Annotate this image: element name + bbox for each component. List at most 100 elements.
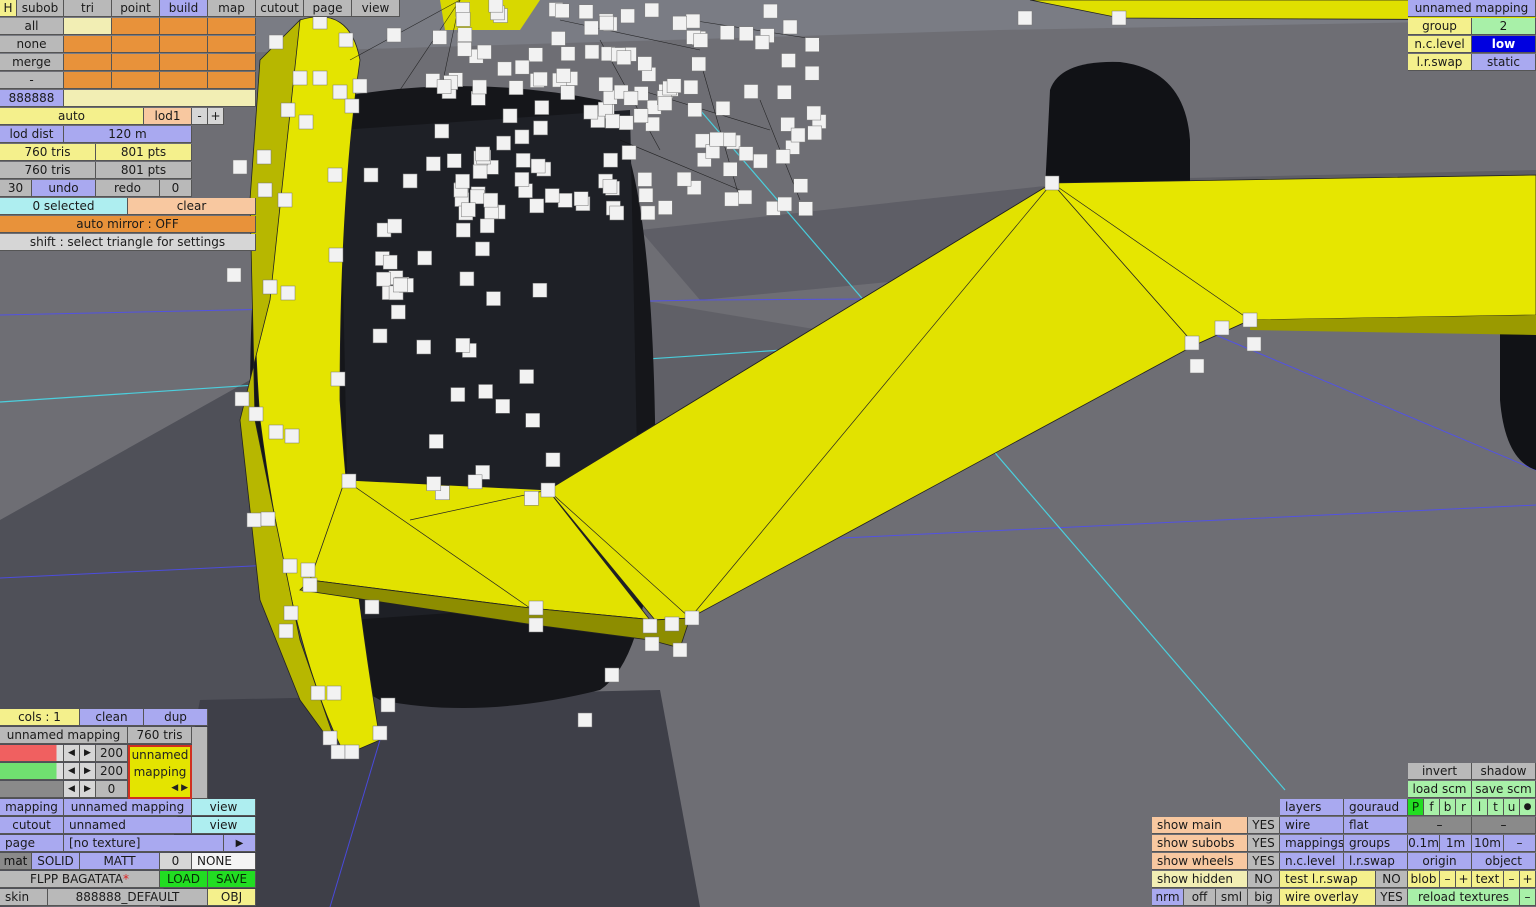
origin-button[interactable]: origin: [1408, 853, 1472, 870]
grid-minus-button[interactable]: –: [1504, 835, 1536, 852]
lod-minus-button[interactable]: -: [192, 108, 208, 125]
show-main-toggle[interactable]: YES: [1248, 817, 1280, 834]
color-swatch[interactable]: [208, 54, 256, 71]
grid-0-1m-button[interactable]: 0.1m: [1408, 835, 1440, 852]
tab-cutout[interactable]: cutout: [256, 0, 304, 17]
color-swatch[interactable]: [64, 54, 112, 71]
lod-dist-value[interactable]: 120 m: [64, 126, 192, 143]
color-swatch[interactable]: [112, 18, 160, 35]
tab-view[interactable]: view: [352, 0, 400, 17]
mat-number[interactable]: 0: [160, 853, 192, 870]
redo-button[interactable]: redo: [96, 180, 160, 197]
undo-button[interactable]: undo: [32, 180, 96, 197]
view-l-button[interactable]: l: [1472, 799, 1488, 816]
arrow-right-icon[interactable]: ▶: [80, 763, 96, 780]
view-r-button[interactable]: r: [1456, 799, 1472, 816]
gouraud-button[interactable]: gouraud: [1344, 799, 1408, 816]
clean-button[interactable]: clean: [80, 709, 144, 726]
groups-button[interactable]: groups: [1344, 835, 1408, 852]
mapping-preview[interactable]: unnamed mapping ◀ ▶: [128, 745, 192, 799]
page-arrow-icon[interactable]: ▶: [224, 835, 256, 852]
mapping-title[interactable]: unnamed mapping: [1408, 0, 1536, 17]
load-scm-button[interactable]: load scm: [1408, 781, 1472, 798]
arrow-right-icon[interactable]: ▶: [80, 745, 96, 762]
color-swatch[interactable]: [208, 18, 256, 35]
color-swatch[interactable]: [112, 36, 160, 53]
tab-build[interactable]: build: [160, 0, 208, 17]
invert-button[interactable]: invert: [1408, 763, 1472, 780]
cutout-value[interactable]: unnamed: [64, 817, 192, 834]
blob-button[interactable]: blob: [1408, 871, 1440, 888]
select-none-button[interactable]: none: [0, 36, 64, 53]
color-swatch[interactable]: [208, 72, 256, 89]
mapping-value[interactable]: unnamed mapping: [64, 799, 192, 816]
view-p-button[interactable]: P: [1408, 799, 1424, 816]
tab-subob[interactable]: subob: [17, 0, 64, 17]
matt-button[interactable]: MATT: [80, 853, 160, 870]
view-b-button[interactable]: b: [1440, 799, 1456, 816]
blob-minus-button[interactable]: –: [1440, 871, 1456, 888]
dup-button[interactable]: dup: [144, 709, 208, 726]
tab-tri[interactable]: tri: [64, 0, 112, 17]
mapping-view-button[interactable]: view: [192, 799, 256, 816]
page-value[interactable]: [no texture]: [64, 835, 224, 852]
color-swatch[interactable]: [64, 72, 112, 89]
dash-button[interactable]: –: [1472, 817, 1536, 834]
object-button[interactable]: object: [1472, 853, 1536, 870]
clear-button[interactable]: clear: [128, 198, 256, 215]
show-subobs-toggle[interactable]: YES: [1248, 835, 1280, 852]
wire-overlay-toggle[interactable]: YES: [1376, 889, 1408, 906]
solid-button[interactable]: SOLID: [32, 853, 80, 870]
lod-plus-button[interactable]: +: [208, 108, 224, 125]
view-f-button[interactable]: f: [1424, 799, 1440, 816]
color-swatch[interactable]: [112, 54, 160, 71]
layers-button[interactable]: layers: [1280, 799, 1344, 816]
mapping-scrollbar[interactable]: [192, 727, 208, 799]
color-swatch[interactable]: [160, 36, 208, 53]
arrow-left-icon[interactable]: ◀: [64, 763, 80, 780]
auto-mirror-toggle[interactable]: auto mirror : OFF: [0, 216, 256, 233]
shadow-button[interactable]: shadow: [1472, 763, 1536, 780]
grid-10m-button[interactable]: 10m: [1472, 835, 1504, 852]
lod-level[interactable]: lod1: [144, 108, 192, 125]
reload-textures-button[interactable]: reload textures: [1408, 889, 1520, 906]
home-button[interactable]: H: [0, 0, 17, 17]
reload-minus-button[interactable]: –: [1520, 889, 1536, 906]
off-button[interactable]: off: [1184, 889, 1216, 906]
color-swatch[interactable]: [160, 54, 208, 71]
color-swatch[interactable]: [112, 72, 160, 89]
load-button[interactable]: LOAD: [160, 871, 208, 888]
mapping-name[interactable]: unnamed mapping: [0, 727, 128, 744]
arrow-left-icon[interactable]: ◀: [64, 745, 80, 762]
show-hidden-toggle[interactable]: NO: [1248, 871, 1280, 888]
grid-1m-button[interactable]: 1m: [1440, 835, 1472, 852]
tab-page[interactable]: page: [304, 0, 352, 17]
flat-button[interactable]: flat: [1344, 817, 1408, 834]
nc-level-value[interactable]: low: [1472, 36, 1536, 53]
big-button[interactable]: big: [1248, 889, 1280, 906]
save-scm-button[interactable]: save scm: [1472, 781, 1536, 798]
view-t-button[interactable]: t: [1488, 799, 1504, 816]
color-swatch[interactable]: [64, 18, 112, 35]
color-code[interactable]: 888888: [0, 90, 64, 107]
blue-slider[interactable]: [0, 781, 64, 798]
color-swatch[interactable]: [160, 72, 208, 89]
arrow-right-icon[interactable]: ▶: [80, 781, 96, 798]
text-minus-button[interactable]: –: [1504, 871, 1520, 888]
nrm-button[interactable]: nrm: [1152, 889, 1184, 906]
color-swatch[interactable]: [160, 18, 208, 35]
tab-map[interactable]: map: [208, 0, 256, 17]
text-button[interactable]: text: [1472, 871, 1504, 888]
dash-button[interactable]: –: [1408, 817, 1472, 834]
wire-button[interactable]: wire: [1280, 817, 1344, 834]
blob-plus-button[interactable]: +: [1456, 871, 1472, 888]
nc-level-button[interactable]: n.c.level: [1280, 853, 1344, 870]
file-name[interactable]: FLPP BAGATATA*: [0, 871, 160, 888]
select-all-button[interactable]: all: [0, 18, 64, 35]
skin-value[interactable]: 888888_DEFAULT: [48, 889, 208, 906]
mat-none[interactable]: NONE: [192, 853, 256, 870]
mappings-button[interactable]: mappings: [1280, 835, 1344, 852]
green-slider[interactable]: [0, 763, 64, 780]
save-button[interactable]: SAVE: [208, 871, 256, 888]
show-wheels-toggle[interactable]: YES: [1248, 853, 1280, 870]
